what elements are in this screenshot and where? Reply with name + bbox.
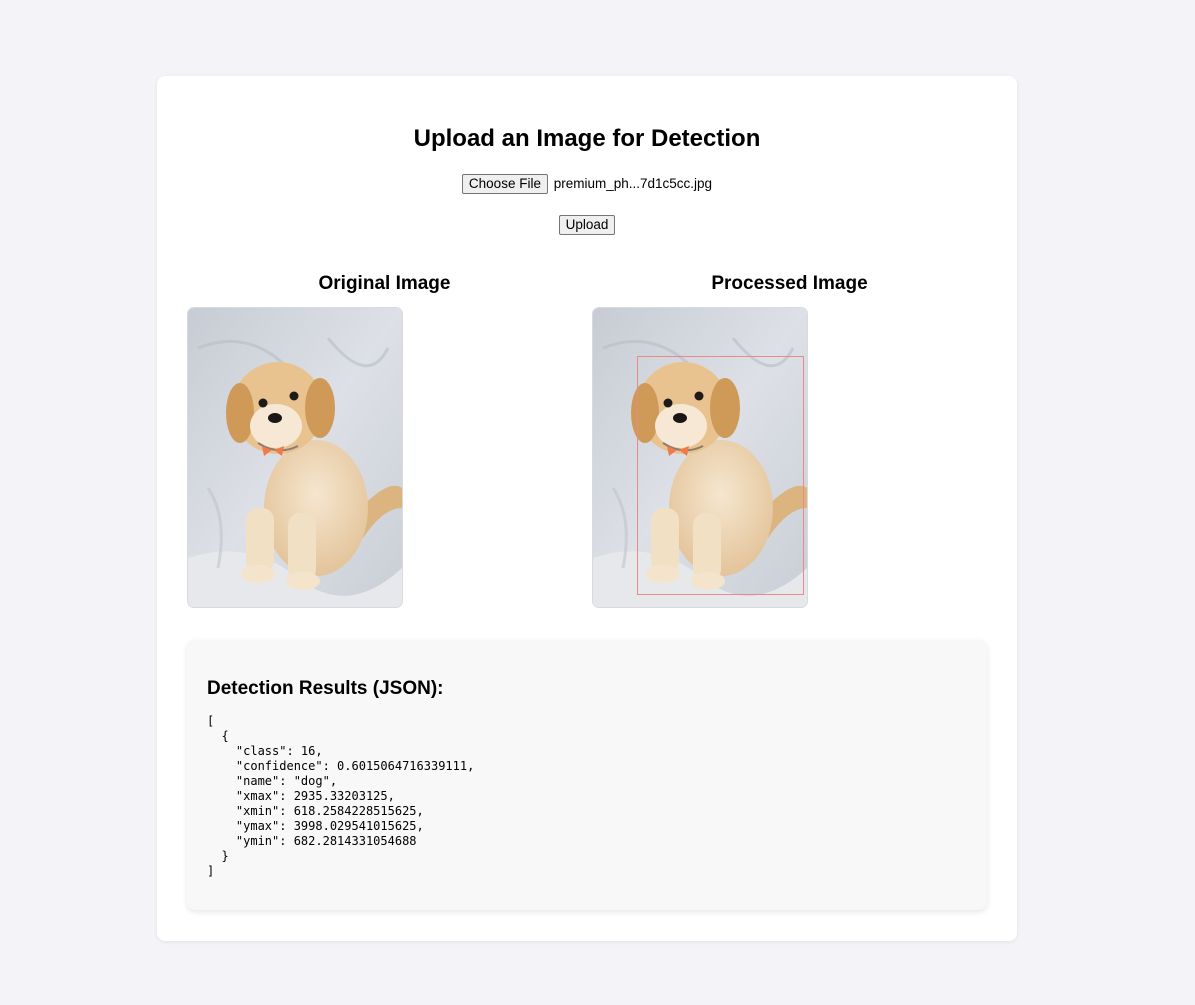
results-json-line: ] xyxy=(207,864,215,878)
original-image xyxy=(187,307,403,608)
main-card: Upload an Image for Detection Choose Fil… xyxy=(157,76,1017,941)
selected-file-name: premium_ph...7d1c5cc.jpg xyxy=(553,176,713,192)
upload-row: Upload xyxy=(157,215,1017,235)
original-image-title: Original Image xyxy=(318,273,451,294)
results-json-line: "ymax": 3998.029541015625, xyxy=(235,819,424,833)
results-json-line: "confidence": 0.6015064716339111, xyxy=(235,759,475,773)
results-json-line: "class": 16, xyxy=(235,744,323,758)
results-json-line: "name": "dog", xyxy=(235,774,338,788)
detection-results-panel: Detection Results (JSON): [ { "class": 1… xyxy=(187,640,987,910)
results-json-line: "ymin": 682.2814331054688 xyxy=(235,834,417,848)
dog-photo-original xyxy=(188,308,402,607)
results-title: Detection Results (JSON): xyxy=(207,678,444,699)
results-json-line: [ xyxy=(207,714,215,728)
processed-image-title: Processed Image xyxy=(711,273,868,294)
file-input-row: Choose File premium_ph...7d1c5cc.jpg xyxy=(157,174,1017,195)
detection-bounding-box xyxy=(637,356,804,595)
processed-image xyxy=(592,307,808,608)
page-title: Upload an Image for Detection xyxy=(413,125,761,152)
results-json-line: "xmax": 2935.33203125, xyxy=(235,789,395,803)
results-json-line: } xyxy=(221,849,229,863)
results-json-line: "xmin": 618.2584228515625, xyxy=(235,804,424,818)
results-json: [ { "class": 16, "confidence": 0.6015064… xyxy=(207,714,474,879)
upload-button[interactable]: Upload xyxy=(558,215,616,235)
choose-file-button[interactable]: Choose File xyxy=(461,174,548,195)
results-json-line: { xyxy=(221,729,229,743)
